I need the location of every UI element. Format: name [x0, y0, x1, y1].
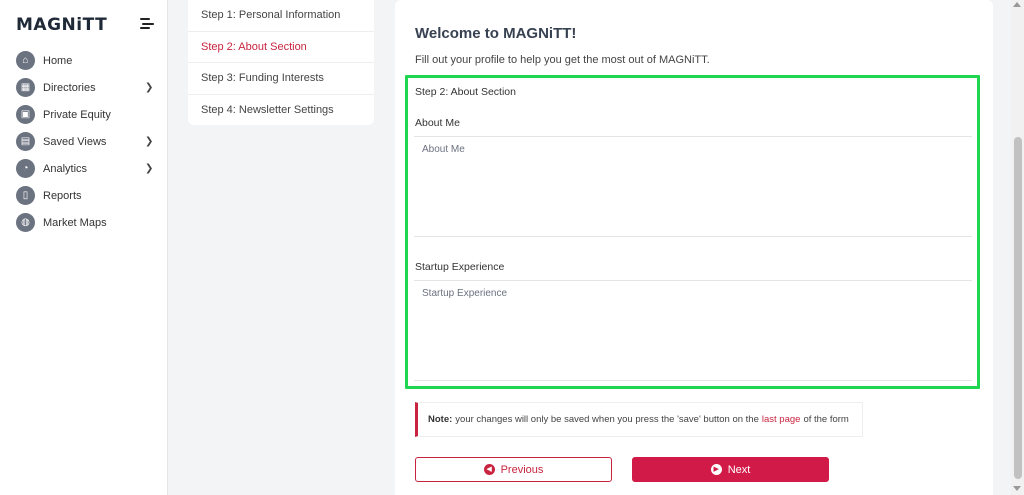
page-subtitle: Fill out your profile to help you get th…	[415, 54, 710, 66]
arrow-right-icon: ▶	[710, 464, 722, 475]
sidebar-item-label: Analytics	[43, 162, 88, 175]
steps-nav: Step 1: Personal Information Step 2: Abou…	[188, 0, 374, 125]
document-icon: ▯	[16, 186, 35, 205]
sidebar: MAGNiTT ⌂ Home ▦ Directories ❯ ▣ Private Equit…	[0, 0, 168, 495]
sidebar-item-label: Private Equity	[43, 108, 111, 121]
chevron-right-icon[interactable]: ❯	[145, 82, 153, 93]
sidebar-item-label: Saved Views	[43, 135, 107, 148]
save-note: Note: your changes will only be saved wh…	[415, 402, 863, 437]
sidebar-item-label: Home	[43, 54, 73, 67]
sidebar-item-directories[interactable]: ▦ Directories ❯	[0, 74, 168, 101]
step-2[interactable]: Step 2: About Section	[188, 32, 374, 63]
scroll-up-arrow-icon[interactable]	[1013, 2, 1021, 7]
startup-experience-label: Startup Experience	[415, 261, 505, 273]
globe-icon: ◍	[16, 213, 35, 232]
sidebar-nav: ⌂ Home ▦ Directories ❯ ▣ Private Equity ▤ Saved …	[0, 47, 168, 236]
previous-label: Previous	[500, 463, 544, 476]
menu-toggle-icon[interactable]	[140, 18, 154, 29]
chevron-right-icon[interactable]: ❯	[145, 136, 153, 147]
chevron-right-icon[interactable]: ❯	[145, 163, 153, 174]
note-bold: Note:	[428, 414, 453, 425]
next-label: Next	[727, 463, 751, 476]
step-1[interactable]: Step 1: Personal Information	[188, 0, 374, 32]
scrollbar-thumb[interactable]	[1014, 137, 1022, 479]
sidebar-item-label: Reports	[43, 189, 82, 202]
last-page-link[interactable]: last page	[762, 414, 801, 425]
about-me-textarea[interactable]	[414, 136, 972, 237]
note-text-end: of the form	[803, 414, 849, 425]
next-button[interactable]: ▶ Next	[632, 457, 829, 482]
home-icon: ⌂	[16, 51, 35, 70]
sidebar-item-label: Market Maps	[43, 216, 107, 229]
previous-button[interactable]: ◀ Previous	[415, 457, 612, 482]
section-title: Step 2: About Section	[415, 86, 516, 98]
sidebar-item-home[interactable]: ⌂ Home	[0, 47, 168, 74]
sidebar-item-label: Directories	[43, 81, 96, 94]
step-3[interactable]: Step 3: Funding Interests	[188, 63, 374, 95]
bookmark-icon: ▤	[16, 132, 35, 151]
sidebar-item-private-equity[interactable]: ▣ Private Equity	[0, 101, 168, 128]
about-me-label: About Me	[415, 117, 460, 129]
directory-icon: ▦	[16, 78, 35, 97]
profile-form-card: Welcome to MAGNiTT! Fill out your profil…	[395, 0, 993, 495]
magnitt-logo[interactable]: MAGNiTT	[16, 15, 107, 35]
page-title: Welcome to MAGNiTT!	[415, 25, 577, 42]
startup-experience-textarea[interactable]	[414, 280, 972, 381]
scroll-down-arrow-icon[interactable]	[1013, 486, 1021, 491]
sidebar-item-market-maps[interactable]: ◍ Market Maps	[0, 209, 168, 236]
sidebar-item-reports[interactable]: ▯ Reports	[0, 182, 168, 209]
arrow-left-icon: ◀	[483, 464, 495, 475]
pie-chart-icon: ◔	[16, 159, 35, 178]
sidebar-item-saved-views[interactable]: ▤ Saved Views ❯	[0, 128, 168, 155]
step-4[interactable]: Step 4: Newsletter Settings	[188, 95, 374, 127]
note-text: your changes will only be saved when you…	[455, 414, 759, 425]
briefcase-icon: ▣	[16, 105, 35, 124]
sidebar-item-analytics[interactable]: ◔ Analytics ❯	[0, 155, 168, 182]
